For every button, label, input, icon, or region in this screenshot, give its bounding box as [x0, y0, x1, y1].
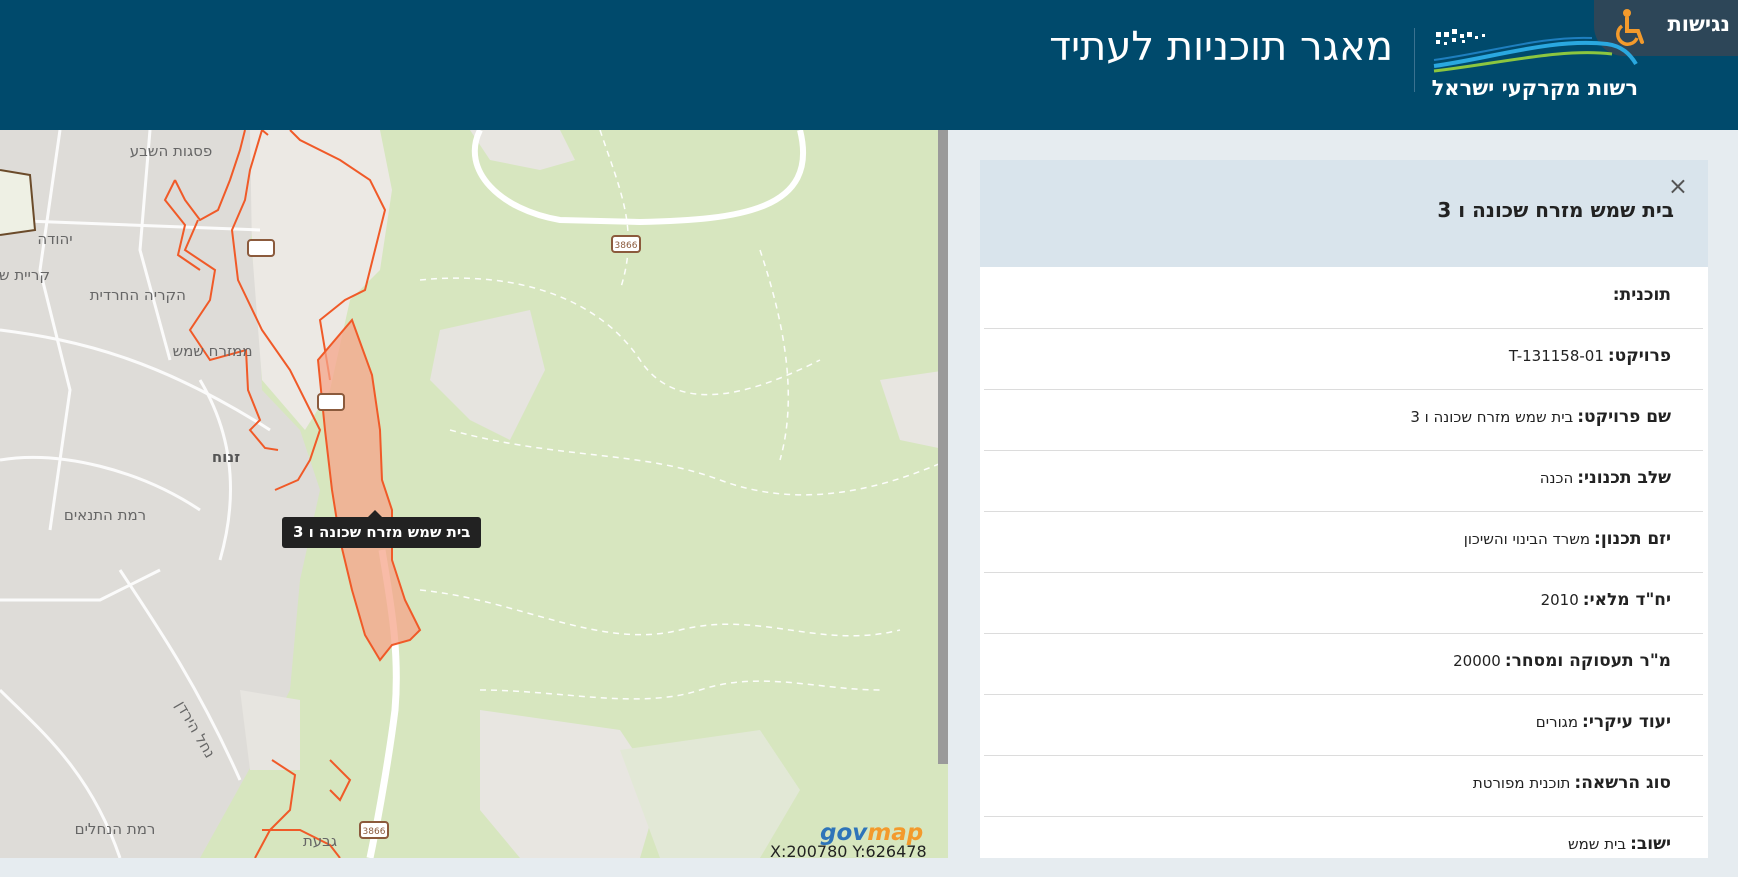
- detail-value: משרד הבינוי והשיכון: [1463, 530, 1591, 548]
- detail-value: תוכנית מפורטת: [1472, 774, 1571, 792]
- detail-row: יח"ד מלאי:2010: [984, 572, 1703, 634]
- accessibility-label: נגישות: [1667, 12, 1730, 36]
- app-header: נגישות רשות מקרקעי ישראל מאגר תוכניות לע…: [0, 0, 1738, 130]
- map-label: פסגות השבע: [129, 142, 213, 160]
- detail-row: יזם תכנון:משרד הבינוי והשיכון: [984, 511, 1703, 573]
- map-label: רמת הנחלים: [74, 820, 156, 838]
- map-label: יהודה: [37, 230, 73, 248]
- detail-label: ישוב:: [1630, 834, 1671, 854]
- detail-value: T-131158-01: [1508, 347, 1604, 365]
- logo-text: רשות מקרקעי ישראל: [1431, 76, 1638, 100]
- detail-label: שם פרויקט:: [1577, 407, 1671, 427]
- svg-text:3866: 3866: [615, 241, 638, 251]
- map-label: ממזרח שמש: [172, 342, 253, 360]
- detail-row: סוג הרשאה:תוכנית מפורטת: [984, 755, 1703, 817]
- page-title: מאגר תוכניות לעתיד: [1049, 24, 1393, 70]
- logo-graphic: [1433, 29, 1638, 73]
- detail-value: בית שמש: [1567, 835, 1627, 853]
- coordinates-readout: X:200780 Y:626478: [770, 842, 927, 858]
- detail-value: 2010: [1540, 591, 1579, 609]
- detail-value: בית שמש מזרח שכונה ו 3: [1410, 408, 1574, 426]
- detail-label: יזם תכנון:: [1594, 529, 1671, 549]
- detail-value: מגורים: [1535, 713, 1579, 731]
- road-shield: [350, 830, 378, 846]
- header-divider: [1414, 28, 1415, 92]
- detail-label: יעוד עיקרי:: [1582, 712, 1671, 732]
- plan-details-panel: × בית שמש מזרח שכונה ו 3 תוכנית: פרויקט:…: [980, 160, 1708, 858]
- map-scrollbar[interactable]: [938, 130, 948, 764]
- map-label: קריית שיי: [0, 266, 50, 284]
- rmi-logo[interactable]: רשות מקרקעי ישראל: [1432, 18, 1638, 102]
- selected-plan-polygon[interactable]: [316, 318, 422, 662]
- panel-title: בית שמש מזרח שכונה ו 3: [1437, 198, 1674, 222]
- detail-label: תוכנית:: [1612, 285, 1671, 305]
- map-label: הקריה החרדית: [89, 286, 186, 304]
- detail-label: מ"ר תעסוקה ומסחר:: [1504, 651, 1671, 671]
- detail-row: תוכנית:: [984, 267, 1703, 329]
- detail-row: פרויקט:T-131158-01: [984, 328, 1703, 390]
- detail-value: הכנה: [1539, 469, 1574, 487]
- detail-row: ישוב:בית שמש: [984, 816, 1703, 877]
- detail-row: שם פרויקט:בית שמש מזרח שכונה ו 3: [984, 389, 1703, 451]
- detail-label: פרויקט:: [1607, 346, 1671, 366]
- detail-row: יעוד עיקרי:מגורים: [984, 694, 1703, 756]
- panel-header: × בית שמש מזרח שכונה ו 3: [980, 160, 1708, 267]
- map-label: רמת התנאים: [63, 506, 147, 524]
- plan-tooltip: בית שמש מזרח שכונה ו 3: [282, 510, 482, 548]
- map-label: גבעת: [302, 832, 338, 850]
- detail-label: יח"ד מלאי:: [1582, 590, 1671, 610]
- map-view[interactable]: 3866 3866 פסגות השבע יהודה קריית שיי הקר…: [0, 130, 948, 858]
- map-label: זנוח: [211, 448, 241, 466]
- detail-row: מ"ר תעסוקה ומסחר:20000: [984, 633, 1703, 695]
- detail-label: סוג הרשאה:: [1574, 773, 1671, 793]
- map-canvas[interactable]: 3866 3866: [0, 130, 948, 858]
- detail-value: 20000: [1453, 652, 1501, 670]
- close-button[interactable]: ×: [1668, 172, 1688, 200]
- detail-label: שלב תכנוני:: [1577, 468, 1671, 488]
- detail-row: שלב תכנוני:הכנה: [984, 450, 1703, 512]
- road-shield: 3866: [611, 235, 641, 253]
